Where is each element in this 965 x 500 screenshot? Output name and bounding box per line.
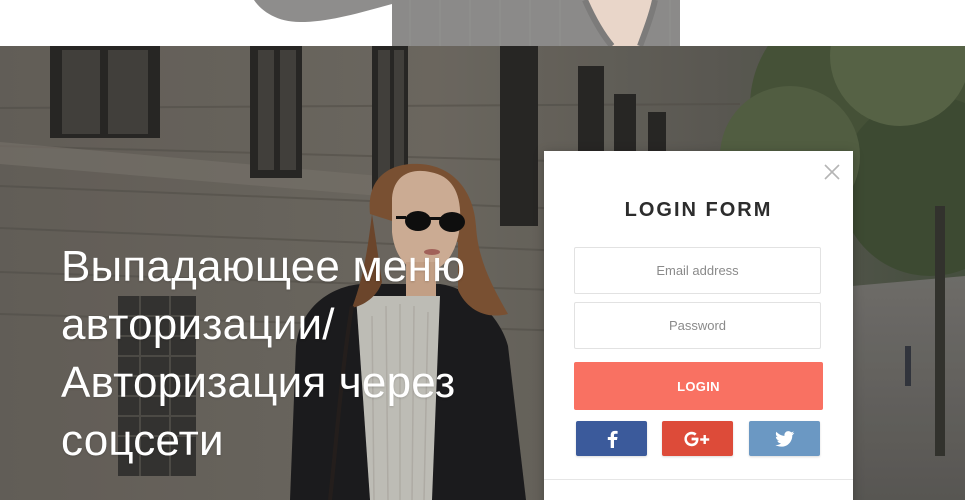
login-form-card: LOGIN FORM LOGIN [544, 151, 853, 500]
hero-section: Выпадающее меню авторизации/ Авторизация… [0, 46, 965, 500]
login-form-title: LOGIN FORM [624, 199, 773, 221]
google-plus-login-button[interactable] [662, 421, 733, 456]
email-field[interactable] [574, 247, 821, 294]
password-field[interactable] [574, 302, 821, 349]
login-button[interactable]: LOGIN [574, 362, 823, 410]
hero-title-line: соцсети [61, 416, 224, 465]
card-divider [544, 479, 853, 480]
close-icon[interactable] [823, 163, 841, 181]
previous-section-image [0, 0, 965, 46]
hero-title-line: Выпадающее меню [61, 242, 466, 291]
twitter-icon [774, 430, 794, 447]
facebook-icon [607, 430, 618, 448]
hero-title-line: Авторизация через [61, 358, 456, 407]
sweater-photo-fragment [254, 0, 680, 46]
page: Выпадающее меню авторизации/ Авторизация… [0, 0, 965, 500]
google-plus-icon [683, 431, 709, 446]
facebook-login-button[interactable] [576, 421, 647, 456]
hero-title: Выпадающее меню авторизации/ Авторизация… [61, 238, 531, 470]
hero-title-line: авторизации/ [61, 300, 335, 349]
twitter-login-button[interactable] [749, 421, 820, 456]
